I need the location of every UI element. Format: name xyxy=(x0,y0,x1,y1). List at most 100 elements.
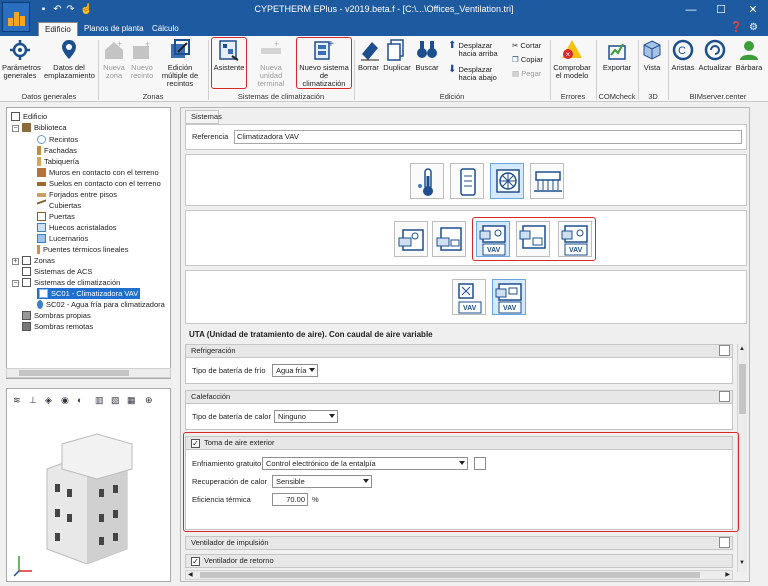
collapse-toggle[interactable]: − xyxy=(12,280,19,287)
terminal-vav-box-button[interactable]: VAV xyxy=(452,279,486,315)
nuevo-recinto-button[interactable]: + Nuevo recinto xyxy=(128,38,156,80)
pointer-icon[interactable]: ☝ xyxy=(80,4,92,15)
remote-shadow-icon xyxy=(22,322,31,331)
options-icon[interactable]: ⚙ xyxy=(748,22,759,33)
tree-item-edificio[interactable]: Edificio xyxy=(11,111,47,122)
copiar-button[interactable]: ❐ Copiar xyxy=(512,56,543,64)
tree-item-cubiertas[interactable]: Cubiertas xyxy=(37,199,81,212)
actualizar-button[interactable]: Actualizar xyxy=(698,38,732,72)
tree-item-forjados[interactable]: Forjados entre pisos xyxy=(37,189,117,200)
tree-item-suelos-terreno[interactable]: Suelos en contacto con el terreno xyxy=(37,178,161,189)
eye-icon[interactable]: ◐ xyxy=(77,395,87,405)
tree-item-puentes-termicos[interactable]: Puentes térmicos lineales xyxy=(37,244,128,255)
cortar-button[interactable]: ✂ Cortar xyxy=(512,42,541,50)
nueva-zona-button[interactable]: + Nueva zona xyxy=(100,38,128,80)
scroll-down-icon[interactable]: ▼ xyxy=(739,560,745,566)
rooftop-system-button[interactable] xyxy=(530,163,564,199)
tab-calculo[interactable]: Cálculo xyxy=(146,22,185,36)
barbara-button[interactable]: Bárbara xyxy=(734,38,764,72)
comprobar-modelo-button[interactable]: × Comprobar el modelo xyxy=(553,38,591,80)
rotate-icon[interactable]: ◉ xyxy=(61,395,71,405)
vista-button[interactable]: Vista xyxy=(640,38,664,72)
ribbon-separator xyxy=(638,40,639,100)
collapse-toggle[interactable]: − xyxy=(12,125,19,132)
tree-item-zonas[interactable]: Zonas xyxy=(22,255,55,266)
content-horizontal-scrollbar[interactable]: ◀ ▶ xyxy=(185,570,733,580)
group-sistemas: Sistemas de climatización xyxy=(237,92,325,101)
collapse-section-icon[interactable] xyxy=(719,391,730,402)
3d-view[interactable]: ≋ ⊥ ◈ ◉ ◐ ▥ ▧ ▦ ⊕ xyxy=(6,388,171,582)
tree-item-sc01[interactable]: SC01 - Climatizadora VAV xyxy=(37,288,141,299)
columns-icon[interactable]: ▥ xyxy=(95,395,105,405)
terminal-vav-reheat-button[interactable]: VAV xyxy=(492,279,526,315)
tree-horizontal-scrollbar[interactable] xyxy=(6,368,171,378)
parametros-generales-button[interactable]: Parámetros generales xyxy=(2,38,41,80)
maximize-button[interactable]: ☐ xyxy=(706,0,736,20)
bateria-calor-label: Tipo de batería de calor xyxy=(192,412,271,421)
tab-planos-de-planta[interactable]: Planos de planta xyxy=(78,22,150,36)
multi-edit-icon xyxy=(168,38,192,62)
uta-constant-button[interactable] xyxy=(394,221,428,257)
bateria-frio-select[interactable]: Agua fría xyxy=(272,364,318,377)
tree-item-sombras-remotas[interactable]: Sombras remotas xyxy=(22,321,93,332)
tree-item-puertas[interactable]: Puertas xyxy=(37,211,75,222)
scrollbar-thumb[interactable] xyxy=(739,364,746,414)
referencia-input[interactable]: Climatizadora VAV xyxy=(234,130,742,144)
duplicar-button[interactable]: Duplicar xyxy=(382,38,412,72)
ventilador-retorno-checkbox[interactable]: ✓ xyxy=(191,557,200,566)
tree-item-tabiqueria[interactable]: Tabiquería xyxy=(37,156,79,167)
arrow-down-icon: ⬇ xyxy=(448,64,457,75)
exportar-button[interactable]: Exportar xyxy=(602,38,632,72)
scroll-right-icon[interactable]: ▶ xyxy=(725,571,730,578)
pegar-button[interactable]: ▤ Pegar xyxy=(512,70,541,78)
tree-item-biblioteca[interactable]: Biblioteca xyxy=(22,122,67,133)
expand-toggle[interactable]: + xyxy=(12,258,19,265)
buscar-button[interactable]: Buscar xyxy=(414,38,440,72)
aristas-button[interactable]: C Aristas xyxy=(670,38,696,72)
thermometer-system-button[interactable] xyxy=(410,163,444,199)
undo-icon[interactable]: ↶ xyxy=(52,4,63,15)
scroll-up-icon[interactable]: ▲ xyxy=(739,346,745,352)
ribbon-tab-bar: Edificio Planos de planta Cálculo ❓ ⚙ xyxy=(0,20,768,36)
tree-item-sistemas-acs[interactable]: Sistemas de ACS xyxy=(22,266,92,277)
help-icon[interactable]: ❓ xyxy=(730,22,742,33)
tank-system-button[interactable] xyxy=(450,163,484,199)
scrollbar-thumb[interactable] xyxy=(19,370,129,376)
nueva-unidad-terminal-button[interactable]: + Nueva unidad terminal xyxy=(248,38,294,88)
layers-icon[interactable]: ≋ xyxy=(13,395,23,405)
redo-icon[interactable]: ↷ xyxy=(65,4,76,15)
tree-item-muros-terreno[interactable]: Muros en contacto con el terreno xyxy=(37,167,159,178)
save-icon[interactable]: ▪ xyxy=(38,4,49,15)
borrar-button[interactable]: Borrar xyxy=(358,38,379,72)
bateria-calor-select[interactable]: Ninguno xyxy=(274,410,338,423)
scrollbar-thumb[interactable] xyxy=(200,572,700,578)
close-button[interactable]: ✕ xyxy=(738,0,768,20)
system-title: UTA (Unidad de tratamiento de aire). Con… xyxy=(189,330,433,339)
minimize-button[interactable]: — xyxy=(676,0,706,20)
axes-icon[interactable]: ⊥ xyxy=(29,395,39,405)
shield-view-icon[interactable]: ◈ xyxy=(45,395,55,405)
edicion-multiple-button[interactable]: Edición múltiple de recintos xyxy=(156,38,204,88)
edges-icon: C xyxy=(671,38,695,62)
desplazar-arriba-button[interactable]: ⬆ Desplazar hacia arriba xyxy=(448,41,502,58)
tree-item-fachadas[interactable]: Fachadas xyxy=(37,145,77,156)
collapse-section-icon[interactable] xyxy=(719,345,730,356)
uta-multizone-button[interactable] xyxy=(432,221,466,257)
referencia-panel: Referencia Climatizadora VAV xyxy=(185,124,747,150)
zoom-icon[interactable]: ⊕ xyxy=(145,395,155,405)
tree-item-sistemas-climatizacion[interactable]: Sistemas de climatización xyxy=(22,277,120,288)
tree-item-sc02[interactable]: SC02 - Agua fría para climatizadora xyxy=(37,299,165,310)
desplazar-abajo-button[interactable]: ⬇ Desplazar hacia abajo xyxy=(448,64,502,82)
air-handler-system-button[interactable] xyxy=(490,163,524,199)
tab-edificio[interactable]: Edificio xyxy=(38,22,78,36)
collapse-section-icon[interactable] xyxy=(719,537,730,548)
grid-icon[interactable]: ▦ xyxy=(127,395,137,405)
section-icon[interactable]: ▧ xyxy=(111,395,121,405)
tree-item-huecos[interactable]: Huecos acristalados xyxy=(37,222,117,233)
scroll-left-icon[interactable]: ◀ xyxy=(188,571,193,578)
tree-item-sombras-propias[interactable]: Sombras propias xyxy=(22,310,91,321)
app-logo-icon[interactable] xyxy=(2,2,30,32)
tree-item-recintos[interactable]: Recintos xyxy=(37,134,78,145)
datos-emplazamiento-button[interactable]: Datos del emplazamiento xyxy=(44,38,95,80)
tree-item-lucernarios[interactable]: Lucernarios xyxy=(37,233,88,244)
